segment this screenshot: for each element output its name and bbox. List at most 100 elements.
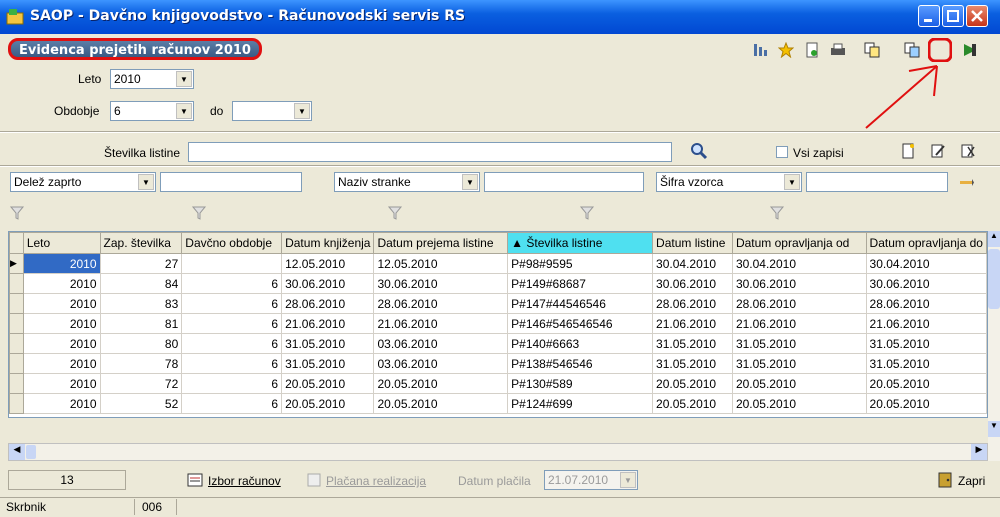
table-cell: 6 <box>181 353 283 374</box>
delete-icon[interactable] <box>960 143 976 159</box>
table-row[interactable]: 2010 52 6 20.05.2010 20.05.2010 P#124#699 20.0… <box>9 393 987 414</box>
horizontal-scroll-thumb[interactable] <box>26 445 36 459</box>
table-cell: 6 <box>181 273 283 294</box>
obdobje-select[interactable]: 6 ▼ <box>110 101 194 121</box>
maximize-button[interactable] <box>942 5 964 27</box>
table-cell: 31.05.2010 <box>732 333 867 354</box>
vsi-zapisi-checkbox[interactable] <box>776 146 788 158</box>
table-row[interactable]: 2010 84 6 30.06.2010 30.06.2010 P#149#68687 30… <box>9 273 987 294</box>
sifra-vzorca-label: Šifra vzorca <box>660 175 724 189</box>
table-row[interactable]: 2010 78 6 31.05.2010 03.06.2010 P#138#546546 3… <box>9 353 987 374</box>
column-header-leto[interactable]: Leto <box>22 232 101 254</box>
row-indicator <box>9 393 24 414</box>
separator <box>0 131 1000 133</box>
table-cell: 2010 <box>23 253 101 274</box>
paste-icon[interactable] <box>904 42 920 58</box>
sifra-vzorca-input[interactable] <box>806 172 948 192</box>
column-header-datum-knjizenja[interactable]: Datum knjiženja <box>281 232 375 254</box>
leto-select[interactable]: 2010 ▼ <box>110 69 194 89</box>
copy-icon[interactable] <box>864 42 880 58</box>
table-cell: 21.06.2010 <box>652 313 733 334</box>
scroll-right-icon[interactable]: ▶ <box>971 444 987 460</box>
columns-icon[interactable] <box>752 42 768 58</box>
scroll-up-icon[interactable]: ▲ <box>988 231 1000 247</box>
do-label: do <box>210 104 224 118</box>
column-header-datum-listine[interactable]: Datum listine <box>652 232 733 254</box>
table-cell: P#138#546546 <box>507 353 654 374</box>
column-header-datum-opravljanja-do[interactable]: Datum opravljanja do <box>865 232 987 254</box>
realization-icon <box>307 473 321 487</box>
izbor-racunov-button[interactable]: Izbor računov <box>208 474 281 488</box>
table-cell: 21.06.2010 <box>373 313 509 334</box>
table-cell: 31.05.2010 <box>732 353 867 374</box>
table-cell: 20.05.2010 <box>652 373 733 394</box>
table-row[interactable]: 2010 72 6 20.05.2010 20.05.2010 P#130#589 20.0… <box>9 373 987 394</box>
table-cell: P#140#6663 <box>507 333 654 354</box>
column-header-datum-prejema[interactable]: Datum prejema listine <box>373 232 509 254</box>
naziv-stranke-input[interactable] <box>484 172 644 192</box>
table-cell: 72 <box>100 373 183 394</box>
row-indicator <box>9 353 24 374</box>
favorite-star-icon[interactable] <box>778 42 794 58</box>
print-icon[interactable] <box>830 42 846 58</box>
datum-placila-picker[interactable]: 21.07.2010 ▼ <box>544 470 638 490</box>
table-cell: 81 <box>100 313 183 334</box>
delez-zaprto-label: Delež zaprto <box>14 175 82 189</box>
table-cell: 30.06.2010 <box>652 273 733 294</box>
minimize-button[interactable] <box>918 5 940 27</box>
invoices-grid[interactable]: Leto Zap. številka Davčno obdobje Datum … <box>8 231 988 418</box>
scroll-left-icon[interactable]: ◀ <box>9 444 25 460</box>
filter-funnel-icon[interactable] <box>388 205 404 221</box>
datum-placila-value: 21.07.2010 <box>548 473 609 487</box>
horizontal-scrollbar[interactable]: ◀ ▶ <box>8 443 988 461</box>
table-cell: 31.05.2010 <box>281 333 375 354</box>
table-cell: 20.05.2010 <box>373 373 509 394</box>
table-cell: 21.06.2010 <box>732 313 867 334</box>
stevilka-listine-input[interactable] <box>188 142 672 162</box>
do-select[interactable]: ▼ <box>232 101 312 121</box>
table-cell: 12.05.2010 <box>281 253 375 274</box>
table-cell: 28.06.2010 <box>373 293 509 314</box>
search-icon[interactable] <box>690 142 708 160</box>
exit-icon[interactable] <box>962 42 978 58</box>
delez-zaprto-select[interactable]: Delež zaprto ▼ <box>10 172 156 192</box>
table-cell: 2010 <box>23 293 101 314</box>
invoices-table: Leto Zap. številka Davčno obdobje Datum … <box>9 232 987 414</box>
table-cell: P#147#44546546 <box>507 293 654 314</box>
filter-funnel-icon[interactable] <box>10 205 26 221</box>
naziv-stranke-select[interactable]: Naziv stranke ▼ <box>334 172 480 192</box>
column-header-stevilka-listine[interactable]: ▲ Številka listine <box>507 232 654 254</box>
delez-zaprto-input[interactable] <box>160 172 302 192</box>
sifra-vzorca-select[interactable]: Šifra vzorca ▼ <box>656 172 802 192</box>
table-cell: P#98#9595 <box>507 253 654 274</box>
table-cell: 20.05.2010 <box>866 393 987 414</box>
placana-realizacija-button[interactable]: Plačana realizacija <box>326 474 426 488</box>
close-button[interactable] <box>966 5 988 27</box>
scroll-down-icon[interactable]: ▼ <box>988 421 1000 437</box>
table-row[interactable]: 2010 80 6 31.05.2010 03.06.2010 P#140#6663 31.… <box>9 333 987 354</box>
column-header-zap-stevilka[interactable]: Zap. številka <box>99 232 183 254</box>
column-header-datum-opravljanja-od[interactable]: Datum opravljanja od <box>731 232 867 254</box>
edit-icon[interactable] <box>930 143 946 159</box>
row-indicator-header <box>9 232 24 254</box>
export-icon[interactable] <box>804 42 820 58</box>
zapri-button[interactable]: Zapri <box>958 474 985 488</box>
filter-funnel-icon[interactable] <box>580 205 596 221</box>
table-row[interactable]: 2010 83 6 28.06.2010 28.06.2010 P#147#4454654… <box>9 293 987 314</box>
table-cell: 20.05.2010 <box>281 373 375 394</box>
table-row[interactable]: 2010 81 6 21.06.2010 21.06.2010 P#146#5465465… <box>9 313 987 334</box>
status-divider <box>176 499 177 515</box>
table-cell: 31.05.2010 <box>281 353 375 374</box>
vertical-scrollbar[interactable]: ▲ ▼ <box>988 231 1000 461</box>
vertical-scroll-thumb[interactable] <box>988 249 1000 309</box>
filter-funnel-icon[interactable] <box>770 205 786 221</box>
table-cell: 80 <box>100 333 183 354</box>
filter-funnel-icon[interactable] <box>192 205 208 221</box>
new-document-icon[interactable] <box>900 143 916 159</box>
clear-filter-icon[interactable] <box>958 176 974 188</box>
obdobje-value: 6 <box>114 104 121 118</box>
table-row[interactable]: ▶ 2010 27 12.05.2010 12.05.2010 P#98#9595 30.0… <box>9 253 987 274</box>
column-header-davcno-obdobje[interactable]: Davčno obdobje <box>181 232 283 254</box>
table-cell: P#124#699 <box>507 393 654 414</box>
table-cell: 6 <box>181 313 283 334</box>
